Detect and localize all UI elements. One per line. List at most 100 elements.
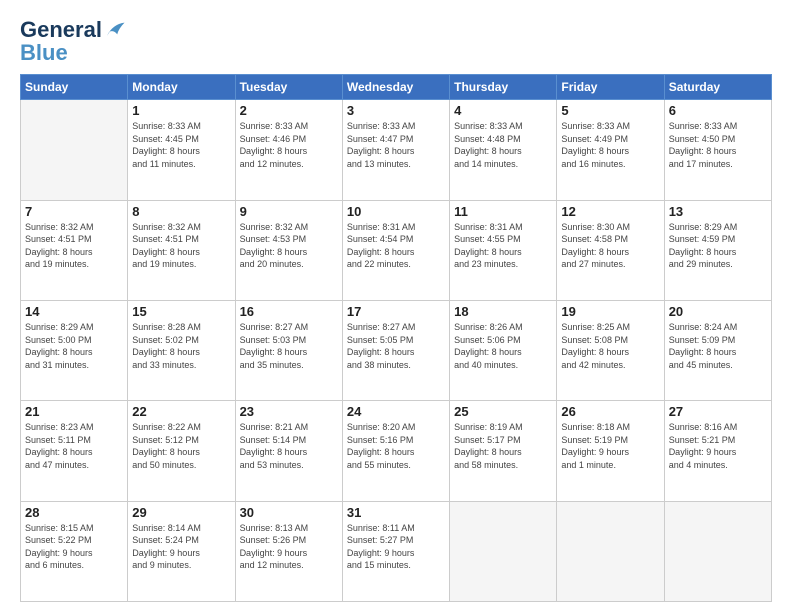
day-number: 3 [347,103,445,118]
calendar-cell: 28Sunrise: 8:15 AM Sunset: 5:22 PM Dayli… [21,501,128,601]
day-info: Sunrise: 8:33 AM Sunset: 4:46 PM Dayligh… [240,120,338,170]
day-number: 18 [454,304,552,319]
day-number: 21 [25,404,123,419]
week-row-2: 7 Sunrise: 8:32 AM Sunset: 4:51 PM Daylig… [21,200,772,300]
calendar-cell: 10 Sunrise: 8:31 AM Sunset: 4:54 PM Dayli… [342,200,449,300]
calendar-cell: 2 Sunrise: 8:33 AM Sunset: 4:46 PM Daylig… [235,100,342,200]
day-number: 12 [561,204,659,219]
day-number: 13 [669,204,767,219]
calendar-cell: 12 Sunrise: 8:30 AM Sunset: 4:58 PM Dayli… [557,200,664,300]
calendar-cell: 24 Sunrise: 8:20 AM Sunset: 5:16 PM Dayli… [342,401,449,501]
day-info: Sunrise: 8:32 AM Sunset: 4:51 PM Dayligh… [132,221,230,271]
day-info: Sunrise: 8:25 AM Sunset: 5:08 PM Dayligh… [561,321,659,371]
day-info: Sunrise: 8:21 AM Sunset: 5:14 PM Dayligh… [240,421,338,471]
day-number: 16 [240,304,338,319]
day-number: 31 [347,505,445,520]
day-number: 1 [132,103,230,118]
day-info: Sunrise: 8:32 AM Sunset: 4:53 PM Dayligh… [240,221,338,271]
day-number: 19 [561,304,659,319]
day-number: 6 [669,103,767,118]
day-info: Sunrise: 8:22 AM Sunset: 5:12 PM Dayligh… [132,421,230,471]
day-info: Sunrise: 8:33 AM Sunset: 4:50 PM Dayligh… [669,120,767,170]
day-info: Sunrise: 8:31 AM Sunset: 4:54 PM Dayligh… [347,221,445,271]
calendar-cell: 29Sunrise: 8:14 AM Sunset: 5:24 PM Dayli… [128,501,235,601]
calendar-cell [450,501,557,601]
th-wednesday: Wednesday [342,75,449,100]
calendar-cell: 7 Sunrise: 8:32 AM Sunset: 4:51 PM Daylig… [21,200,128,300]
day-number: 25 [454,404,552,419]
calendar-cell: 4 Sunrise: 8:33 AM Sunset: 4:48 PM Daylig… [450,100,557,200]
day-number: 24 [347,404,445,419]
page: General Blue Sunday Monday Tuesday Wedne… [0,0,792,612]
day-number: 5 [561,103,659,118]
th-tuesday: Tuesday [235,75,342,100]
calendar-cell: 8Sunrise: 8:32 AM Sunset: 4:51 PM Daylig… [128,200,235,300]
weekday-header-row: Sunday Monday Tuesday Wednesday Thursday… [21,75,772,100]
day-number: 27 [669,404,767,419]
day-number: 9 [240,204,338,219]
calendar-cell: 23 Sunrise: 8:21 AM Sunset: 5:14 PM Dayli… [235,401,342,501]
day-info: Sunrise: 8:33 AM Sunset: 4:45 PM Dayligh… [132,120,230,170]
calendar-cell: 16 Sunrise: 8:27 AM Sunset: 5:03 PM Dayli… [235,300,342,400]
week-row-3: 14Sunrise: 8:29 AM Sunset: 5:00 PM Dayli… [21,300,772,400]
calendar-cell: 6 Sunrise: 8:33 AM Sunset: 4:50 PM Daylig… [664,100,771,200]
day-number: 4 [454,103,552,118]
th-saturday: Saturday [664,75,771,100]
calendar-cell [21,100,128,200]
day-number: 15 [132,304,230,319]
th-thursday: Thursday [450,75,557,100]
day-info: Sunrise: 8:15 AM Sunset: 5:22 PM Dayligh… [25,522,123,572]
day-number: 7 [25,204,123,219]
calendar-cell: 22 Sunrise: 8:22 AM Sunset: 5:12 PM Dayli… [128,401,235,501]
calendar-cell: 11Sunrise: 8:31 AM Sunset: 4:55 PM Dayli… [450,200,557,300]
th-friday: Friday [557,75,664,100]
calendar-cell: 3 Sunrise: 8:33 AM Sunset: 4:47 PM Daylig… [342,100,449,200]
calendar-cell: 31Sunrise: 8:11 AM Sunset: 5:27 PM Dayli… [342,501,449,601]
calendar-cell: 1 Sunrise: 8:33 AM Sunset: 4:45 PM Daylig… [128,100,235,200]
th-sunday: Sunday [21,75,128,100]
calendar-cell: 15 Sunrise: 8:28 AM Sunset: 5:02 PM Dayli… [128,300,235,400]
day-info: Sunrise: 8:20 AM Sunset: 5:16 PM Dayligh… [347,421,445,471]
calendar-cell: 13 Sunrise: 8:29 AM Sunset: 4:59 PM Dayli… [664,200,771,300]
day-info: Sunrise: 8:24 AM Sunset: 5:09 PM Dayligh… [669,321,767,371]
day-number: 20 [669,304,767,319]
day-number: 30 [240,505,338,520]
day-number: 22 [132,404,230,419]
week-row-5: 28Sunrise: 8:15 AM Sunset: 5:22 PM Dayli… [21,501,772,601]
week-row-1: 1 Sunrise: 8:33 AM Sunset: 4:45 PM Daylig… [21,100,772,200]
week-row-4: 21 Sunrise: 8:23 AM Sunset: 5:11 PM Dayli… [21,401,772,501]
day-info: Sunrise: 8:13 AM Sunset: 5:26 PM Dayligh… [240,522,338,572]
day-number: 23 [240,404,338,419]
calendar-cell: 17 Sunrise: 8:27 AM Sunset: 5:05 PM Dayli… [342,300,449,400]
day-info: Sunrise: 8:29 AM Sunset: 5:00 PM Dayligh… [25,321,123,371]
day-info: Sunrise: 8:32 AM Sunset: 4:51 PM Dayligh… [25,221,123,271]
day-info: Sunrise: 8:33 AM Sunset: 4:47 PM Dayligh… [347,120,445,170]
day-info: Sunrise: 8:28 AM Sunset: 5:02 PM Dayligh… [132,321,230,371]
day-info: Sunrise: 8:27 AM Sunset: 5:05 PM Dayligh… [347,321,445,371]
logo-blue: Blue [20,42,126,64]
calendar-cell: 19 Sunrise: 8:25 AM Sunset: 5:08 PM Dayli… [557,300,664,400]
day-number: 10 [347,204,445,219]
day-info: Sunrise: 8:30 AM Sunset: 4:58 PM Dayligh… [561,221,659,271]
calendar-cell [557,501,664,601]
logo: General Blue [20,18,126,64]
calendar-cell: 5Sunrise: 8:33 AM Sunset: 4:49 PM Daylig… [557,100,664,200]
calendar-cell: 14Sunrise: 8:29 AM Sunset: 5:00 PM Dayli… [21,300,128,400]
th-monday: Monday [128,75,235,100]
day-info: Sunrise: 8:33 AM Sunset: 4:48 PM Dayligh… [454,120,552,170]
day-info: Sunrise: 8:29 AM Sunset: 4:59 PM Dayligh… [669,221,767,271]
day-info: Sunrise: 8:31 AM Sunset: 4:55 PM Dayligh… [454,221,552,271]
day-number: 17 [347,304,445,319]
calendar-cell [664,501,771,601]
calendar-cell: 27Sunrise: 8:16 AM Sunset: 5:21 PM Dayli… [664,401,771,501]
day-info: Sunrise: 8:26 AM Sunset: 5:06 PM Dayligh… [454,321,552,371]
calendar-cell: 21 Sunrise: 8:23 AM Sunset: 5:11 PM Dayli… [21,401,128,501]
calendar-table: Sunday Monday Tuesday Wednesday Thursday… [20,74,772,602]
day-info: Sunrise: 8:23 AM Sunset: 5:11 PM Dayligh… [25,421,123,471]
logo-text: General [20,18,102,42]
day-info: Sunrise: 8:27 AM Sunset: 5:03 PM Dayligh… [240,321,338,371]
calendar-cell: 9 Sunrise: 8:32 AM Sunset: 4:53 PM Daylig… [235,200,342,300]
day-number: 2 [240,103,338,118]
calendar-cell: 25Sunrise: 8:19 AM Sunset: 5:17 PM Dayli… [450,401,557,501]
day-info: Sunrise: 8:14 AM Sunset: 5:24 PM Dayligh… [132,522,230,572]
